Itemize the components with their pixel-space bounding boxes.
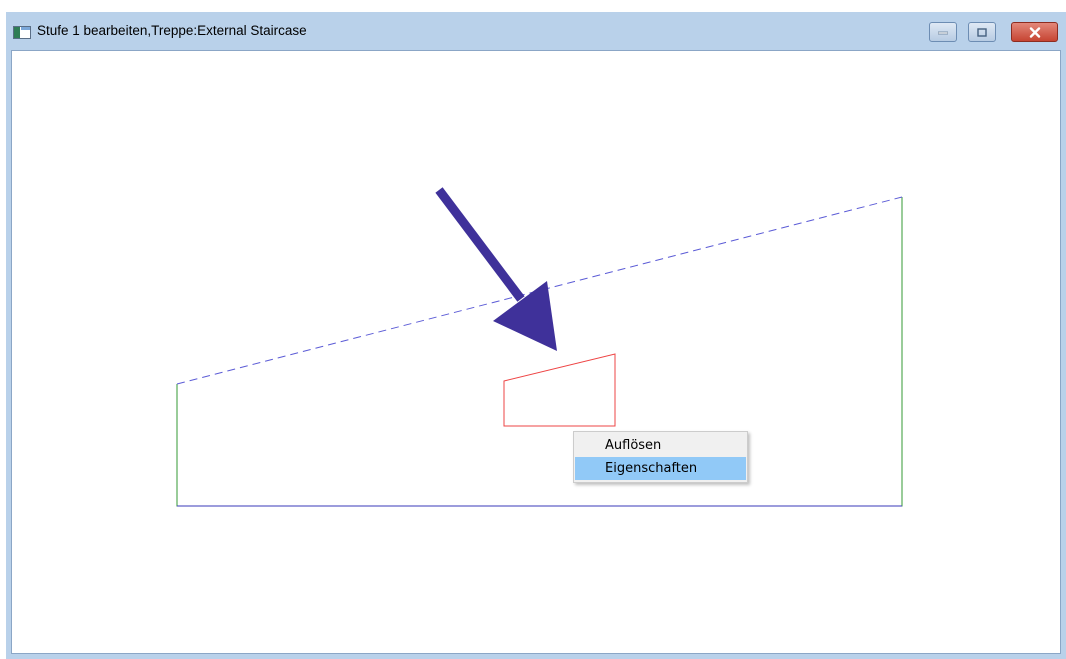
boundary-outline[interactable] [176, 197, 903, 507]
arrow-down-right-icon [435, 187, 557, 351]
selected-shape[interactable] [503, 353, 616, 427]
drawing-canvas [176, 187, 903, 507]
context-menu: Auflösen Eigenschaften [573, 431, 748, 483]
menu-item-eigenschaften[interactable]: Eigenschaften [575, 457, 746, 480]
menu-item-aufloesen[interactable]: Auflösen [575, 434, 746, 457]
